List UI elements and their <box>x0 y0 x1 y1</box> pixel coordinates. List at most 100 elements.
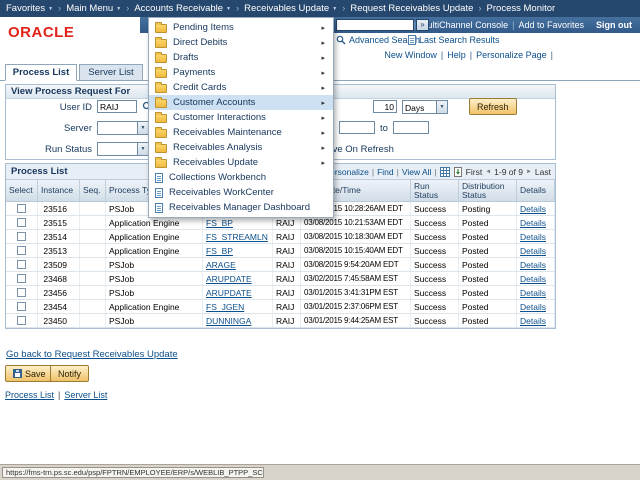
distribution-status-cell: Posted <box>459 286 517 299</box>
select-cell <box>6 272 38 285</box>
select-checkbox[interactable] <box>17 302 26 311</box>
process-name-link[interactable]: FS_BP <box>206 246 233 256</box>
table-row: 23450 PSJob DUNNINGA RAIJ 03/01/2015 9:4… <box>6 314 555 328</box>
breadcrumb-item-process-monitor[interactable]: Process Monitor <box>487 3 556 14</box>
prev-arrow-icon[interactable]: ◄ <box>485 169 491 175</box>
table-row: 23468 PSJob ARUPDATE RAIJ 03/02/2015 7:4… <box>6 272 555 286</box>
dropdown-caret-icon: ▼ <box>332 6 337 12</box>
menu-item-receivables-analysis[interactable]: Receivables Analysis▸ <box>149 140 333 155</box>
signout-link[interactable]: Sign out <box>596 20 632 30</box>
last-days-input[interactable] <box>373 100 397 113</box>
seq-cell <box>80 216 106 229</box>
column-header-details[interactable]: Details <box>517 180 555 201</box>
details-link[interactable]: Details <box>520 288 546 298</box>
details-link[interactable]: Details <box>520 274 546 284</box>
server-list-link[interactable]: Server List <box>64 390 107 400</box>
notify-button[interactable]: Notify <box>50 365 89 382</box>
search-go-button[interactable]: » <box>416 19 429 31</box>
process-list-link[interactable]: Process List <box>5 390 54 400</box>
run-status-select[interactable]: ▼ <box>97 142 149 156</box>
menu-item-direct-debits[interactable]: Direct Debits▸ <box>149 35 333 50</box>
menu-item-credit-cards[interactable]: Credit Cards▸ <box>149 80 333 95</box>
personalize-page-link[interactable]: Personalize Page <box>476 50 547 60</box>
process-name-link[interactable]: FS_STREAMLN <box>206 232 268 242</box>
details-link[interactable]: Details <box>520 246 546 256</box>
pagination-first[interactable]: First <box>466 167 483 177</box>
tab-server-list[interactable]: Server List <box>79 64 143 81</box>
select-checkbox[interactable] <box>17 316 26 325</box>
select-checkbox[interactable] <box>17 232 26 241</box>
save-button-label: Save <box>25 369 46 379</box>
user-cell: RAIJ <box>273 272 301 285</box>
tab-process-list[interactable]: Process List <box>5 64 77 81</box>
last-search-results-link[interactable]: Last Search Results <box>408 35 500 45</box>
separator: | <box>58 390 60 400</box>
column-header-instance[interactable]: Instance <box>38 180 80 201</box>
menu-item-receivables-update[interactable]: Receivables Update▸ <box>149 155 333 170</box>
details-link[interactable]: Details <box>520 260 546 270</box>
find-link[interactable]: Find <box>377 167 394 177</box>
select-checkbox[interactable] <box>17 204 26 213</box>
breadcrumb-item-receivables-update[interactable]: Receivables Update <box>244 3 329 14</box>
new-window-link[interactable]: New Window <box>384 50 437 60</box>
instance-from-input[interactable] <box>339 121 375 134</box>
details-link[interactable]: Details <box>520 218 546 228</box>
select-checkbox[interactable] <box>17 288 26 297</box>
menu-item-payments[interactable]: Payments▸ <box>149 65 333 80</box>
menu-item-customer-accounts[interactable]: Customer Accounts▸ <box>149 95 333 110</box>
process-name-link[interactable]: ARUPDATE <box>206 274 252 284</box>
process-name-link[interactable]: ARUPDATE <box>206 288 252 298</box>
details-link[interactable]: Details <box>520 316 546 326</box>
instance-to-input[interactable] <box>393 121 429 134</box>
details-link[interactable]: Details <box>520 302 546 312</box>
save-button[interactable]: Save <box>5 365 54 382</box>
distribution-status-cell: Posted <box>459 244 517 257</box>
help-link[interactable]: Help <box>447 50 466 60</box>
select-checkbox[interactable] <box>17 246 26 255</box>
pagination-last[interactable]: Last <box>535 167 551 177</box>
process-name-link[interactable]: DUNNINGA <box>206 316 251 326</box>
column-header-distribution-status[interactable]: Distribution Status <box>459 180 517 201</box>
breadcrumb-item-favorites[interactable]: Favorites <box>6 3 45 14</box>
breadcrumb-item-main-menu[interactable]: Main Menu <box>66 3 113 14</box>
seq-cell <box>80 202 106 215</box>
instance-cell: 23509 <box>41 260 76 270</box>
next-arrow-icon[interactable]: ► <box>526 169 532 175</box>
select-checkbox[interactable] <box>17 274 26 283</box>
process-name-link[interactable]: ARAGE <box>206 260 236 270</box>
nav-link-multichannel-console[interactable]: MultiChannel Console <box>420 20 508 30</box>
select-checkbox[interactable] <box>17 260 26 269</box>
server-select[interactable]: ▼ <box>97 121 149 135</box>
select-checkbox[interactable] <box>17 218 26 227</box>
process-name-link[interactable]: FS_BP <box>206 218 233 228</box>
refresh-button[interactable]: Refresh <box>469 98 517 115</box>
details-link[interactable]: Details <box>520 232 546 242</box>
column-header-run-status[interactable]: Run Status <box>411 180 459 201</box>
run-datetime-cell: 03/08/2015 9:54:20AM EDT <box>301 258 411 271</box>
run-status-cell: Success <box>411 216 459 229</box>
menu-item-receivables-maintenance[interactable]: Receivables Maintenance▸ <box>149 125 333 140</box>
details-link[interactable]: Details <box>520 204 546 214</box>
separator: | <box>441 50 443 60</box>
grid-view-icon[interactable] <box>440 167 450 177</box>
breadcrumb-item-accounts-receivable[interactable]: Accounts Receivable <box>134 3 223 14</box>
instance-cell: 23468 <box>41 274 76 284</box>
search-input[interactable] <box>336 19 414 31</box>
column-header-seq[interactable]: Seq. <box>80 180 106 201</box>
days-select[interactable]: Days ▼ <box>402 100 448 114</box>
menu-item-receivables-workcenter[interactable]: Receivables WorkCenter <box>149 185 333 200</box>
run-datetime-cell: 03/02/2015 7:45:58AM EST <box>301 272 411 285</box>
menu-item-drafts[interactable]: Drafts▸ <box>149 50 333 65</box>
menu-item-receivables-manager-dashboard[interactable]: Receivables Manager Dashboard <box>149 200 333 215</box>
nav-link-add-to-favorites[interactable]: Add to Favorites <box>518 20 584 30</box>
user-id-input[interactable] <box>97 100 137 113</box>
download-to-excel-icon[interactable] <box>453 167 463 177</box>
column-header-select[interactable]: Select <box>6 180 38 201</box>
menu-item-collections-workbench[interactable]: Collections Workbench <box>149 170 333 185</box>
menu-item-customer-interactions[interactable]: Customer Interactions▸ <box>149 110 333 125</box>
menu-item-pending-items[interactable]: Pending Items▸ <box>149 20 333 35</box>
go-back-link[interactable]: Go back to Request Receivables Update <box>6 349 178 360</box>
process-name-link[interactable]: FS_JGEN <box>206 302 244 312</box>
view-all-link[interactable]: View All <box>402 167 432 177</box>
breadcrumb-item-request-receivables-update[interactable]: Request Receivables Update <box>350 3 473 14</box>
